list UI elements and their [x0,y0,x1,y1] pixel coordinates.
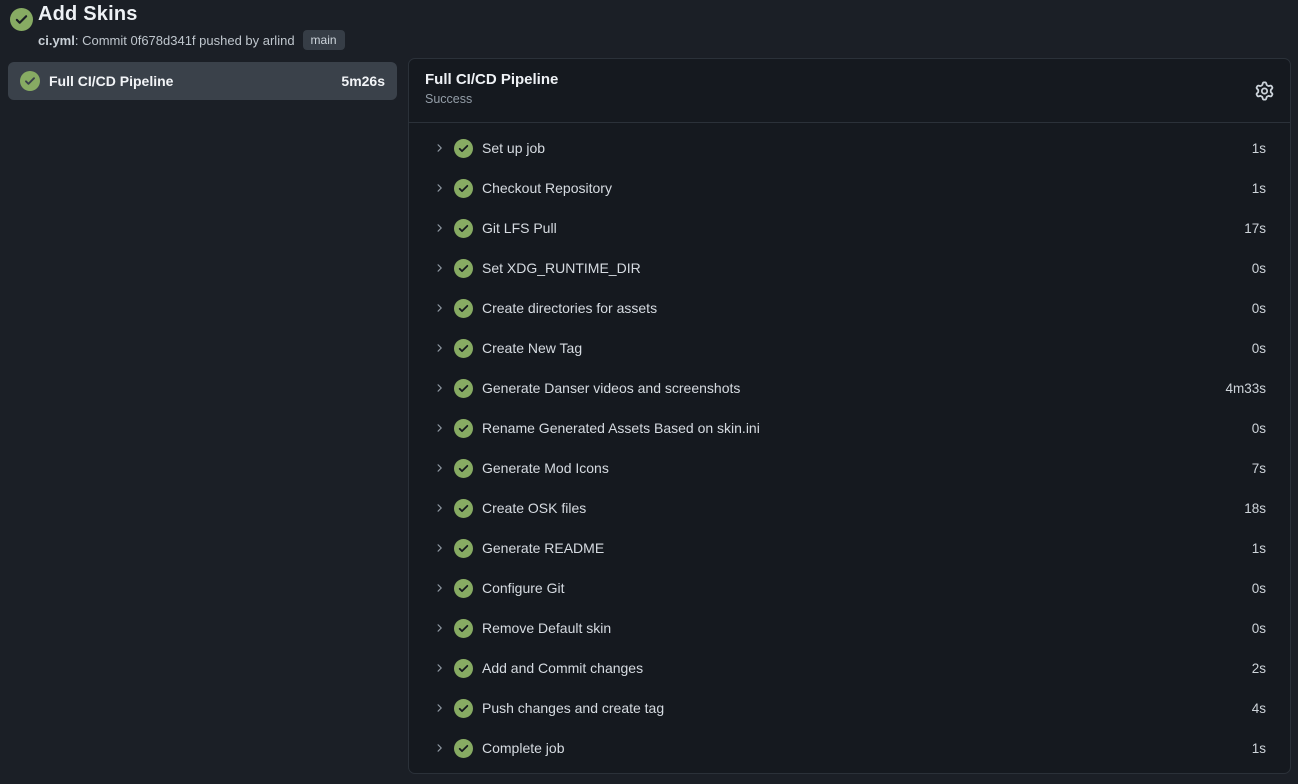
step-name: Configure Git [482,580,1243,596]
step-duration: 0s [1252,581,1266,596]
job-duration: 5m26s [341,73,385,89]
step-name: Push changes and create tag [482,700,1243,716]
step-name: Create OSK files [482,500,1235,516]
step-success-icon [454,419,473,438]
step-duration: 0s [1252,421,1266,436]
step-success-icon [454,699,473,718]
step-name: Checkout Repository [482,180,1243,196]
job-status-text: Success [425,92,1274,106]
run-subtitle: ci.yml: Commit 0f678d341f pushed by arli… [38,30,345,50]
step-success-icon [454,219,473,238]
step-row[interactable]: Checkout Repository 1s [409,168,1290,208]
step-row[interactable]: Add and Commit changes 2s [409,648,1290,688]
step-duration: 4m33s [1225,381,1266,396]
step-duration: 1s [1252,741,1266,756]
job-detail-panel: Full CI/CD Pipeline Success Set up job 1… [408,58,1291,774]
workflow-file-link[interactable]: ci.yml [38,33,75,48]
job-title: Full CI/CD Pipeline [425,71,1274,88]
step-row[interactable]: Create directories for assets 0s [409,288,1290,328]
branch-badge[interactable]: main [303,30,345,50]
chevron-right-icon[interactable] [433,302,445,314]
step-name: Git LFS Pull [482,220,1235,236]
step-duration: 17s [1244,221,1266,236]
chevron-right-icon[interactable] [433,182,445,194]
step-row[interactable]: Generate README 1s [409,528,1290,568]
chevron-right-icon[interactable] [433,222,445,234]
chevron-right-icon[interactable] [433,502,445,514]
chevron-right-icon[interactable] [433,582,445,594]
step-name: Create New Tag [482,340,1243,356]
step-success-icon [454,139,473,158]
step-duration: 0s [1252,261,1266,276]
step-row[interactable]: Generate Mod Icons 7s [409,448,1290,488]
chevron-right-icon[interactable] [433,622,445,634]
step-success-icon [454,499,473,518]
step-success-icon [454,539,473,558]
chevron-right-icon[interactable] [433,542,445,554]
chevron-right-icon[interactable] [433,702,445,714]
chevron-right-icon[interactable] [433,262,445,274]
step-name: Complete job [482,740,1243,756]
step-duration: 0s [1252,341,1266,356]
step-success-icon [454,339,473,358]
step-row[interactable]: Complete job 1s [409,728,1290,768]
step-name: Generate Mod Icons [482,460,1243,476]
step-list: Set up job 1s Checkout Repository 1s Git… [409,123,1290,768]
job-success-icon [20,71,40,91]
gear-icon[interactable] [1255,81,1274,100]
commit-info: : Commit 0f678d341f pushed by arlind [75,33,295,48]
chevron-right-icon[interactable] [433,382,445,394]
step-duration: 0s [1252,621,1266,636]
step-duration: 1s [1252,181,1266,196]
step-row[interactable]: Create New Tag 0s [409,328,1290,368]
step-row[interactable]: Git LFS Pull 17s [409,208,1290,248]
step-success-icon [454,299,473,318]
chevron-right-icon[interactable] [433,662,445,674]
chevron-right-icon[interactable] [433,342,445,354]
step-name: Rename Generated Assets Based on skin.in… [482,420,1243,436]
step-success-icon [454,379,473,398]
step-success-icon [454,579,473,598]
step-row[interactable]: Remove Default skin 0s [409,608,1290,648]
run-title: Add Skins [38,3,138,26]
step-row[interactable]: Generate Danser videos and screenshots 4… [409,368,1290,408]
step-success-icon [454,619,473,638]
step-name: Create directories for assets [482,300,1243,316]
step-duration: 2s [1252,661,1266,676]
step-duration: 1s [1252,541,1266,556]
step-row[interactable]: Rename Generated Assets Based on skin.in… [409,408,1290,448]
chevron-right-icon[interactable] [433,462,445,474]
step-duration: 18s [1244,501,1266,516]
step-row[interactable]: Push changes and create tag 4s [409,688,1290,728]
run-header: Add Skins ci.yml: Commit 0f678d341f push… [0,0,1298,56]
step-success-icon [454,259,473,278]
step-success-icon [454,179,473,198]
step-duration: 4s [1252,701,1266,716]
step-row[interactable]: Set XDG_RUNTIME_DIR 0s [409,248,1290,288]
step-row[interactable]: Create OSK files 18s [409,488,1290,528]
step-row[interactable]: Set up job 1s [409,128,1290,168]
step-name: Generate README [482,540,1243,556]
chevron-right-icon[interactable] [433,422,445,434]
step-name: Add and Commit changes [482,660,1243,676]
step-success-icon [454,459,473,478]
step-name: Set XDG_RUNTIME_DIR [482,260,1243,276]
step-row[interactable]: Configure Git 0s [409,568,1290,608]
run-success-icon [10,8,33,31]
step-duration: 7s [1252,461,1266,476]
chevron-right-icon[interactable] [433,142,445,154]
step-success-icon [454,659,473,678]
step-name: Generate Danser videos and screenshots [482,380,1216,396]
jobs-sidebar: Full CI/CD Pipeline 5m26s [8,62,397,100]
step-name: Set up job [482,140,1243,156]
sidebar-job-item[interactable]: Full CI/CD Pipeline 5m26s [8,62,397,100]
job-detail-header: Full CI/CD Pipeline Success [409,59,1290,123]
step-duration: 1s [1252,141,1266,156]
job-name: Full CI/CD Pipeline [49,73,332,89]
chevron-right-icon[interactable] [433,742,445,754]
step-duration: 0s [1252,301,1266,316]
step-name: Remove Default skin [482,620,1243,636]
step-success-icon [454,739,473,758]
